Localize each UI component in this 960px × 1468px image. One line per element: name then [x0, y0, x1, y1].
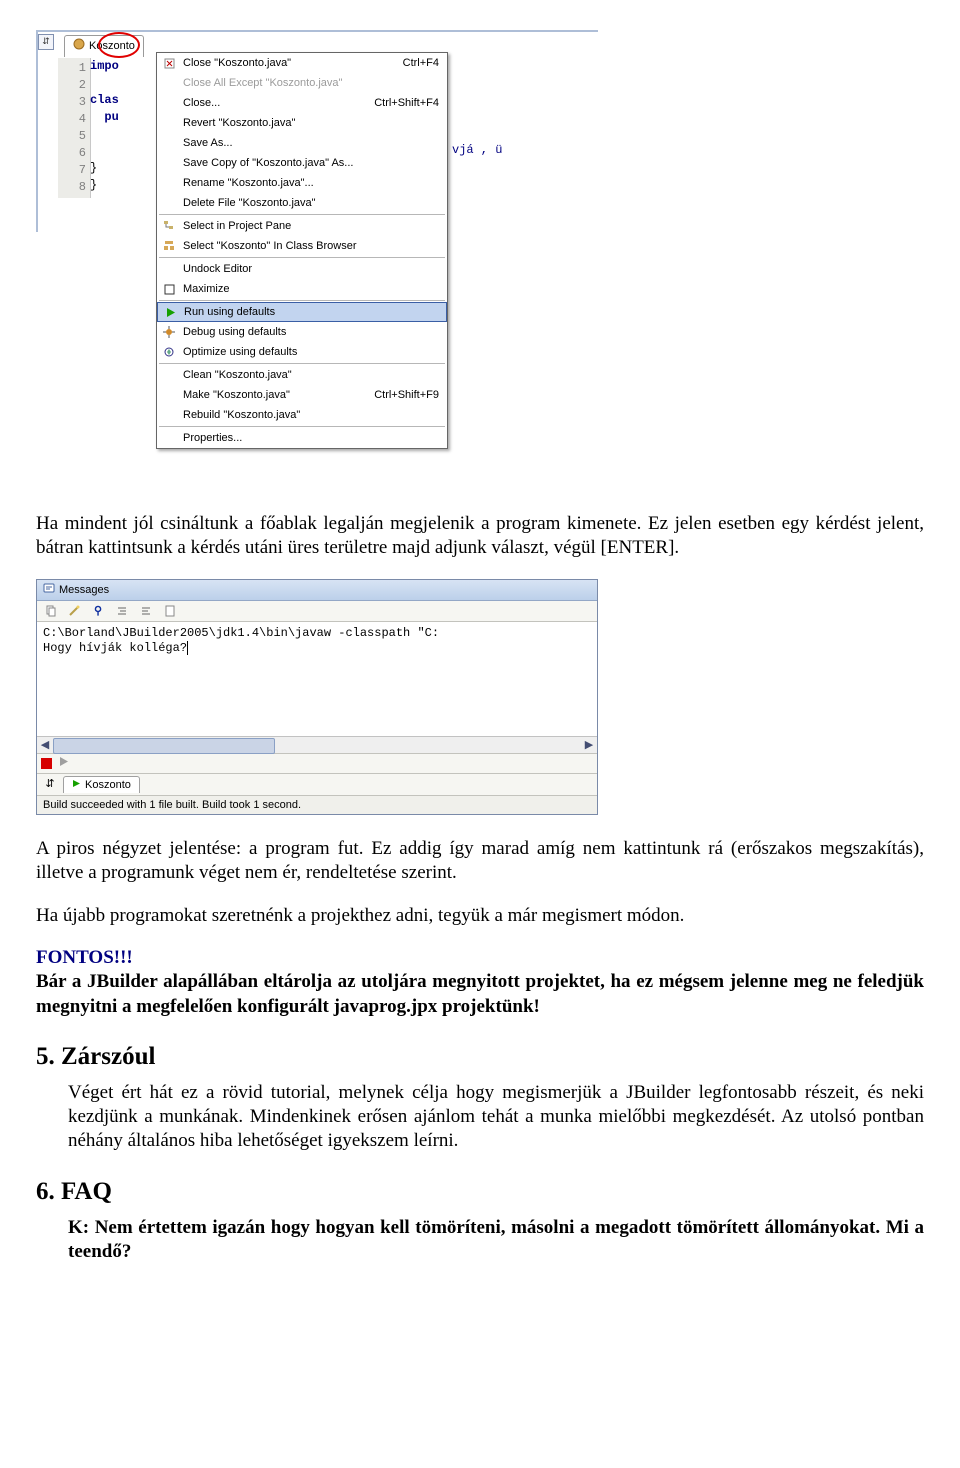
- menu-separator: [159, 300, 445, 301]
- console-hscrollbar[interactable]: ◀ ▶: [37, 736, 597, 753]
- doc-icon[interactable]: [161, 603, 179, 619]
- menu-properties[interactable]: Properties...: [157, 428, 447, 448]
- expand-icon[interactable]: ⇵: [41, 776, 59, 792]
- run-icon: [72, 778, 81, 792]
- menu-separator: [159, 426, 445, 427]
- messages-tab-label: Koszonto: [85, 778, 131, 792]
- scroll-right-icon[interactable]: ▶: [581, 738, 597, 752]
- messages-tab-koszonto[interactable]: Koszonto: [63, 776, 140, 793]
- find-icon[interactable]: ⚲: [89, 603, 107, 619]
- menu-close[interactable]: Close "Koszonto.java" Ctrl+F4: [157, 53, 447, 73]
- scroll-left-icon[interactable]: ◀: [37, 738, 53, 752]
- messages-toolbar: ⚲: [37, 601, 597, 622]
- menu-select-project-pane[interactable]: Select in Project Pane: [157, 216, 447, 236]
- messages-title: Messages: [59, 583, 109, 597]
- run-icon: [158, 302, 182, 322]
- menu-clean[interactable]: Clean "Koszonto.java": [157, 365, 447, 385]
- scroll-thumb[interactable]: [53, 738, 275, 754]
- menu-undock-editor[interactable]: Undock Editor: [157, 259, 447, 279]
- paragraph: Véget ért hát ez a rövid tutorial, melyn…: [68, 1081, 924, 1154]
- line-gutter: 1 2 3 4 5 6 7 8: [58, 58, 91, 198]
- messages-tabs: ⇵ Koszonto: [37, 773, 597, 795]
- menu-delete-file[interactable]: Delete File "Koszonto.java": [157, 193, 447, 213]
- run-controls: [37, 753, 597, 773]
- menu-separator: [159, 257, 445, 258]
- outdent-icon[interactable]: [137, 603, 155, 619]
- paragraph: K: Nem értettem igazán hogy hogyan kell …: [68, 1216, 924, 1265]
- menu-make[interactable]: Make "Koszonto.java" Ctrl+Shift+F9: [157, 385, 447, 405]
- scroll-track[interactable]: [53, 738, 581, 752]
- tree-icon: [157, 216, 181, 236]
- paragraph: A piros négyzet jelentése: a program fut…: [36, 837, 924, 886]
- menu-run-using-defaults[interactable]: Run using defaults: [157, 302, 447, 322]
- paragraph: Ha mindent jól csináltunk a főablak lega…: [36, 512, 924, 561]
- debug-icon: [157, 322, 181, 342]
- menu-optimize-using-defaults[interactable]: Optimize using defaults: [157, 342, 447, 362]
- menu-close-all-except: Close All Except "Koszonto.java": [157, 73, 447, 93]
- panel-collapse-icon: ⇵: [38, 34, 54, 50]
- stop-button[interactable]: [41, 758, 52, 769]
- paragraph: Bár a JBuilder alapállában eltárolja az …: [36, 970, 924, 1019]
- menu-save-as[interactable]: Save As...: [157, 133, 447, 153]
- indent-icon[interactable]: [113, 603, 131, 619]
- optimize-icon: [157, 342, 181, 362]
- heading-6: 6. FAQ: [36, 1176, 924, 1208]
- menu-revert[interactable]: Revert "Koszonto.java": [157, 113, 447, 133]
- menu-save-copy-as[interactable]: Save Copy of "Koszonto.java" As...: [157, 153, 447, 173]
- java-file-icon: [73, 38, 85, 54]
- fontos-heading: FONTOS!!!: [36, 946, 924, 970]
- context-menu: Close "Koszonto.java" Ctrl+F4 Close All …: [156, 52, 448, 449]
- messages-icon: [43, 582, 55, 598]
- menu-separator: [159, 214, 445, 215]
- status-bar: Build succeeded with 1 file built. Build…: [37, 795, 597, 814]
- menu-debug-using-defaults[interactable]: Debug using defaults: [157, 322, 447, 342]
- menu-rebuild[interactable]: Rebuild "Koszonto.java": [157, 405, 447, 425]
- menu-select-class-browser[interactable]: Select "Koszonto" In Class Browser: [157, 236, 447, 256]
- close-icon: [157, 53, 181, 73]
- menu-separator: [159, 363, 445, 364]
- menu-close-dots[interactable]: Close... Ctrl+Shift+F4: [157, 93, 447, 113]
- run-button[interactable]: [58, 756, 69, 771]
- paragraph: Ha újabb programokat szeretnénk a projek…: [36, 904, 924, 928]
- messages-screenshot: Messages ⚲ C:\Borland\JBuilder2005\jdk1.…: [36, 579, 598, 815]
- ide-screenshot: ⇵ Koszonto 1 2 3 4 5 6 7 8 impo clas pu …: [36, 30, 596, 490]
- class-browser-icon: [157, 236, 181, 256]
- maximize-icon: [157, 279, 181, 299]
- heading-5: 5. Zárszóul: [36, 1041, 924, 1073]
- wand-icon[interactable]: [65, 603, 83, 619]
- console-output[interactable]: C:\Borland\JBuilder2005\jdk1.4\bin\javaw…: [37, 622, 597, 736]
- code-area: impo clas pu } }: [90, 58, 119, 194]
- tutorial-highlight-circle: [98, 32, 140, 58]
- menu-rename[interactable]: Rename "Koszonto.java"...: [157, 173, 447, 193]
- messages-title-bar: Messages: [37, 580, 597, 601]
- code-fragment-right: vjá , ü: [452, 142, 502, 159]
- menu-maximize[interactable]: Maximize: [157, 279, 447, 299]
- copy-icon[interactable]: [41, 603, 59, 619]
